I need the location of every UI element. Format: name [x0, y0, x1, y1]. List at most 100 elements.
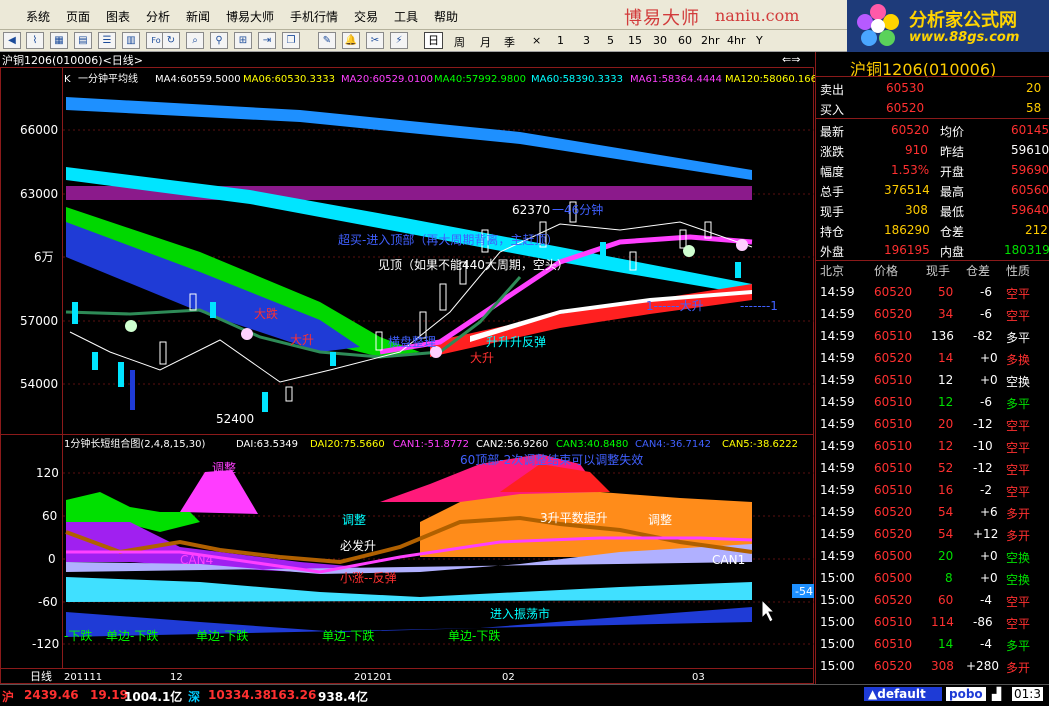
- tick-row[interactable]: 15:00 60510 114 -86 空平: [816, 612, 1049, 632]
- menu-analysis[interactable]: 分析: [146, 8, 170, 25]
- menu-tools[interactable]: 工具: [394, 8, 418, 25]
- menu-system[interactable]: 系统: [26, 8, 50, 25]
- tick-volume: 60: [938, 593, 954, 607]
- y-label-60000: 6万: [34, 250, 54, 264]
- tick-row[interactable]: 15:00 60500 8 +0 空换: [816, 568, 1049, 588]
- tick-diff: -12: [973, 417, 993, 431]
- chart-svg[interactable]: 66000 63000 6万 57000 54000 K 一分钟平均线 MA4:…: [0, 52, 815, 684]
- signal-icon: ▟: [992, 687, 1002, 701]
- tick-row[interactable]: 14:59 60510 52 -12 空平: [816, 458, 1049, 478]
- quote-separator: [816, 76, 1049, 77]
- scheme-button[interactable]: ▲default: [864, 687, 942, 701]
- table-icon[interactable]: ▤: [74, 32, 92, 49]
- period-1min[interactable]: 1: [557, 34, 564, 47]
- brand-url: naniu.com: [715, 6, 800, 25]
- stat-value: 60520: [891, 123, 930, 137]
- zoom-icon[interactable]: ⌕: [186, 32, 204, 49]
- tick-row[interactable]: 14:59 60520 14 +0 多换: [816, 348, 1049, 368]
- tick-time: 15:00: [820, 637, 855, 651]
- tick-row[interactable]: 14:59 60510 16 -2 空平: [816, 480, 1049, 500]
- flash-icon[interactable]: ⚡: [390, 32, 408, 49]
- annotation-decline: 大跌: [254, 306, 278, 321]
- tick-diff: +0: [980, 549, 998, 563]
- period-30min[interactable]: 30: [653, 34, 667, 47]
- tools-icon[interactable]: ✂: [366, 32, 384, 49]
- tick-row[interactable]: 14:59 60520 50 -6 空平: [816, 282, 1049, 302]
- bar-chart-icon[interactable]: ▥: [122, 32, 140, 49]
- tick-row[interactable]: 14:59 60510 12 -6 多平: [816, 392, 1049, 412]
- tick-row[interactable]: 14:59 60510 12 +0 空换: [816, 370, 1049, 390]
- tick-price: 60510: [874, 615, 913, 629]
- tick-diff: +0: [980, 571, 998, 585]
- tick-price: 60510: [874, 461, 913, 475]
- tick-head-now: 现手: [926, 264, 951, 278]
- stat-label: 仓差: [940, 225, 965, 239]
- period-week[interactable]: 周: [454, 34, 465, 50]
- tick-nature: 多开: [1006, 661, 1031, 675]
- search-icon[interactable]: ⚲: [210, 32, 228, 49]
- menu-mobile[interactable]: 手机行情: [290, 8, 338, 25]
- menu-chart[interactable]: 图表: [106, 8, 130, 25]
- period-5min[interactable]: 5: [607, 34, 614, 47]
- tick-diff: +12: [973, 527, 999, 541]
- grid-icon[interactable]: ▦: [50, 32, 68, 49]
- period-3min[interactable]: 3: [583, 34, 590, 47]
- stat-label: 总手: [820, 185, 845, 199]
- line-chart-icon[interactable]: ⌇: [26, 32, 44, 49]
- tick-row[interactable]: 15:00 60510 14 -4 多平: [816, 634, 1049, 654]
- tick-time: 15:00: [820, 571, 855, 585]
- menu-trade[interactable]: 交易: [354, 8, 378, 25]
- period-60min[interactable]: 60: [678, 34, 692, 47]
- tick-row[interactable]: 14:59 60500 20 +0 空换: [816, 546, 1049, 566]
- down-label-4: 单边-下跌: [448, 628, 500, 643]
- tick-row[interactable]: 15:00 60520 60 -4 空平: [816, 590, 1049, 610]
- menu-boyi[interactable]: 博易大师: [226, 8, 274, 25]
- tick-diff: -12: [973, 461, 993, 475]
- export-icon[interactable]: ⇥: [258, 32, 276, 49]
- list-icon[interactable]: ☰: [98, 32, 116, 49]
- tick-row[interactable]: 14:59 60520 34 -6 空平: [816, 304, 1049, 324]
- tick-row[interactable]: 14:59 60520 54 +6 多开: [816, 502, 1049, 522]
- logo-title: 分析家公式网: [909, 10, 1017, 31]
- period-2hr[interactable]: 2hr: [701, 34, 720, 47]
- menu-help[interactable]: 帮助: [434, 8, 458, 25]
- chart-symbol-header: 沪铜1206(010006)<日线>: [2, 54, 144, 67]
- alert-bell-icon[interactable]: 🔔: [342, 32, 360, 49]
- sell-volume: 20: [1026, 81, 1042, 95]
- tick-volume: 54: [938, 527, 954, 541]
- indicator-icon[interactable]: ⊞: [234, 32, 252, 49]
- tick-nature: 空换: [1006, 573, 1031, 587]
- tick-row[interactable]: 14:59 60520 54 +12 多开: [816, 524, 1049, 544]
- period-year[interactable]: Y: [756, 34, 763, 47]
- tick-time: 15:00: [820, 659, 855, 673]
- tick-row[interactable]: 14:59 60510 12 -10 空平: [816, 436, 1049, 456]
- tick-row[interactable]: 14:59 60510 20 -12 空平: [816, 414, 1049, 434]
- menu-news[interactable]: 新闻: [186, 8, 210, 25]
- stat-label: 现手: [820, 205, 845, 219]
- tick-head-nature: 性质: [1006, 264, 1031, 278]
- chart-nav-arrows[interactable]: ⇐⇒: [782, 53, 800, 66]
- period-month[interactable]: 月: [480, 34, 491, 50]
- back-icon[interactable]: ◀: [3, 32, 21, 49]
- period-15min[interactable]: 15: [628, 34, 642, 47]
- period-day[interactable]: 日: [424, 32, 443, 49]
- tick-volume: 20: [938, 549, 954, 563]
- period-quarter[interactable]: 季: [504, 34, 515, 50]
- main-title: 一分钟平均线: [78, 72, 138, 85]
- window-icon[interactable]: ❐: [282, 32, 300, 49]
- sz-label: 深: [188, 690, 201, 704]
- annotation-trend-up2: 大升: [470, 351, 494, 365]
- tick-row[interactable]: 14:59 60510 136 -82 多平: [816, 326, 1049, 346]
- chart-area[interactable]: 66000 63000 6万 57000 54000 K 一分钟平均线 MA4:…: [0, 52, 815, 684]
- x-label-02: 02: [502, 672, 515, 683]
- stat-label: 昨结: [940, 145, 965, 159]
- period-close[interactable]: ×: [532, 34, 541, 47]
- sz-change: 163.26: [270, 688, 317, 702]
- tick-time: 14:59: [820, 307, 855, 321]
- menu-page[interactable]: 页面: [66, 8, 90, 25]
- tick-row[interactable]: 15:00 60520 308 +280 多开: [816, 656, 1049, 676]
- period-4hr[interactable]: 4hr: [727, 34, 746, 47]
- tick-head-price: 价格: [874, 264, 899, 278]
- refresh-icon[interactable]: ↻: [162, 32, 180, 49]
- draw-icon[interactable]: ✎: [318, 32, 336, 49]
